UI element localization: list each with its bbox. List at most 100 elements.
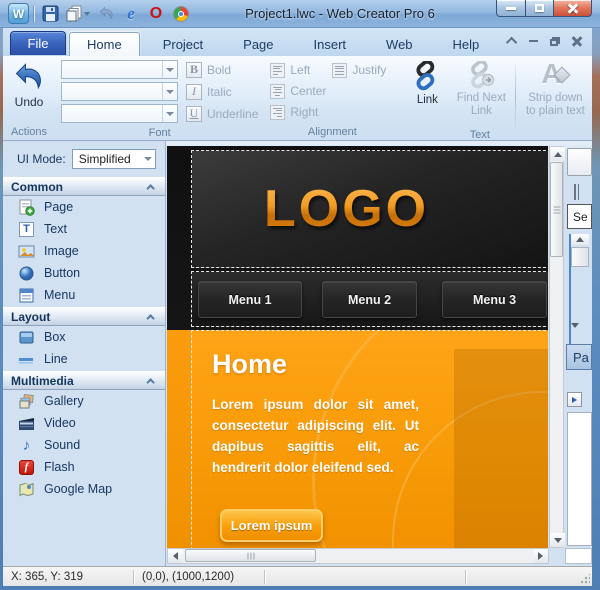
opera-letter: O (149, 4, 163, 22)
section-header-common[interactable]: Common (3, 177, 165, 196)
undo-icon[interactable] (96, 3, 116, 24)
page-bounds: (0,0), (1000,1200) (142, 570, 235, 583)
right-scroll-thumb[interactable] (571, 247, 589, 267)
copy-pages-icon[interactable] (65, 3, 91, 24)
align-justify-icon (332, 62, 348, 78)
menu-block[interactable]: Menu 1 Menu 2 Menu 3 (191, 271, 548, 327)
scroll-up-button[interactable] (550, 147, 565, 161)
floppy-icon (42, 5, 58, 22)
line-icon (18, 351, 35, 368)
vscroll-thumb[interactable] (550, 162, 563, 257)
ie-letter: e (127, 3, 135, 23)
find-next-link-icon (471, 61, 495, 89)
sidebar-item-video[interactable]: Video (3, 412, 165, 434)
triangle-right-icon (572, 396, 577, 403)
canvas-hscrollbar[interactable] (167, 548, 549, 564)
right-panel-button[interactable] (567, 148, 592, 176)
menu-item-3[interactable]: Menu 3 (442, 281, 547, 318)
scroll-down-button[interactable] (550, 533, 565, 547)
tab-page[interactable]: Page (226, 32, 290, 56)
mdi-minimize-icon[interactable] (529, 40, 538, 42)
hscroll-thumb[interactable] (185, 549, 316, 562)
file-menu-button[interactable]: File (10, 31, 66, 55)
menu-item-1[interactable]: Menu 1 (198, 281, 302, 318)
undo-arrow-icon (15, 63, 41, 90)
content-block[interactable]: Home Lorem ipsum dolor sit amet, consect… (191, 330, 548, 548)
align-justify-button[interactable]: Justify (332, 60, 394, 80)
font-family-select[interactable] (61, 60, 178, 79)
right-panel-tab-pages[interactable]: Pa (566, 344, 592, 370)
collapse-ribbon-icon[interactable] (505, 36, 518, 49)
logo-text: LOGO (264, 180, 430, 238)
gallery-icon (18, 393, 35, 410)
sidebar-item-gallery[interactable]: Gallery (3, 390, 165, 412)
sidebar-item-google-map[interactable]: Google Map (3, 478, 165, 500)
sidebar-item-sound[interactable]: ♪ Sound (3, 434, 165, 456)
find-next-link-button[interactable]: Find Next Link (450, 59, 512, 120)
save-icon[interactable] (40, 3, 60, 24)
right-panel-list[interactable] (567, 412, 592, 546)
font-style-select[interactable] (61, 82, 178, 101)
sidebar-item-text[interactable]: T Text (3, 218, 165, 240)
tab-insert[interactable]: Insert (297, 32, 364, 56)
logo-block[interactable]: LOGO (191, 150, 548, 268)
tab-home[interactable]: Home (69, 32, 140, 56)
triangle-left-icon (173, 552, 178, 560)
mdi-close-icon[interactable] (571, 36, 583, 47)
align-center-button[interactable]: Center (270, 81, 332, 101)
sidebar-item-box[interactable]: Box (3, 326, 165, 348)
sidebar-item-label: Image (44, 244, 79, 258)
maximize-button[interactable] (526, 0, 554, 17)
sidebar-item-label: Menu (44, 288, 76, 302)
app-icon[interactable]: W (8, 3, 29, 24)
sidebar-item-menu[interactable]: Menu (3, 284, 165, 306)
sidebar-item-page[interactable]: Page (3, 196, 165, 218)
scroll-right-button[interactable] (533, 549, 548, 563)
tab-help[interactable]: Help (436, 32, 497, 56)
undo-label: Undo (14, 95, 44, 109)
strip-to-plain-text-button[interactable]: A Strip down to plain text (519, 58, 591, 120)
text-icon: T (18, 221, 35, 238)
scroll-left-button[interactable] (168, 549, 183, 563)
separator (34, 5, 35, 22)
section-header-layout[interactable]: Layout (3, 307, 165, 326)
align-right-button[interactable]: Right (270, 102, 332, 122)
minimize-button[interactable] (496, 0, 526, 17)
underline-button[interactable]: U Underline (186, 104, 258, 123)
opera-preview-icon[interactable]: O (146, 3, 166, 24)
sidebar-item-line[interactable]: Line (3, 348, 165, 370)
sidebar-item-flash[interactable]: f Flash (3, 456, 165, 478)
close-button[interactable] (554, 0, 592, 17)
triangle-up-icon (553, 151, 562, 157)
app-window: W e O Project1.lwc - Web Creator Pro 6 F… (0, 0, 600, 590)
section-header-multimedia[interactable]: Multimedia (3, 371, 165, 390)
mdi-restore-icon[interactable] (550, 36, 560, 46)
lorem-ipsum-button[interactable]: Lorem ipsum (220, 509, 323, 542)
font-size-select[interactable] (61, 104, 178, 123)
align-left-button[interactable]: Left (270, 60, 332, 80)
menu-item-2[interactable]: Menu 2 (322, 281, 417, 318)
ie-preview-icon[interactable]: e (121, 3, 141, 24)
splitter-handle-icon[interactable] (574, 184, 582, 200)
tab-project[interactable]: Project (146, 32, 220, 56)
canvas-vscrollbar[interactable] (549, 146, 565, 548)
page-body-text: Lorem ipsum dolor sit amet, consectetur … (212, 397, 419, 475)
italic-button[interactable]: I Italic (186, 82, 258, 101)
undo-button[interactable]: Undo (5, 59, 53, 111)
sidebar-item-image[interactable]: Image (3, 240, 165, 262)
design-canvas[interactable]: LOGO Menu 1 Menu 2 Menu 3 Home Lorem ips… (167, 146, 548, 548)
pages-icon (66, 5, 82, 22)
tab-web[interactable]: Web (369, 32, 430, 56)
titlebar: W e O Project1.lwc - Web Creator Pro 6 (0, 0, 600, 28)
close-icon (567, 3, 579, 14)
link-button[interactable]: Link (404, 59, 450, 109)
bold-button[interactable]: B Bold (186, 60, 258, 79)
resize-grip-icon[interactable] (580, 574, 590, 584)
chrome-preview-icon[interactable] (171, 3, 191, 24)
ui-mode-select[interactable]: Simplified (71, 149, 156, 169)
scroll-up-button[interactable] (571, 234, 589, 245)
right-panel-tab-settings[interactable]: Se (567, 204, 592, 229)
align-left-icon (270, 62, 286, 78)
expand-panel-button[interactable] (567, 392, 582, 407)
sidebar-item-button[interactable]: Button (3, 262, 165, 284)
